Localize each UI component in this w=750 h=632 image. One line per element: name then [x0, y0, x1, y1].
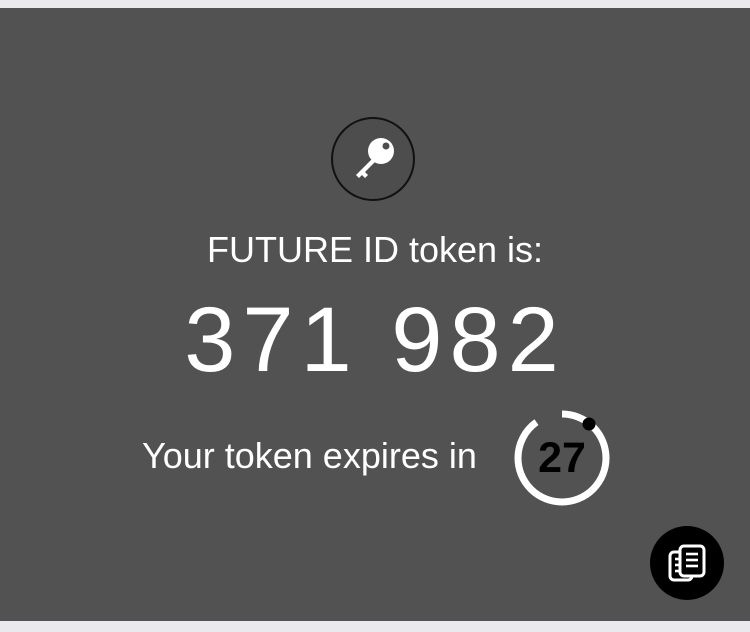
token-title: FUTURE ID token is:	[206, 229, 544, 270]
countdown-timer: 27	[514, 410, 610, 506]
copy-button[interactable]	[650, 526, 724, 600]
token-value[interactable]: 371 982	[0, 288, 750, 393]
key-badge	[331, 117, 415, 201]
countdown-seconds: 27	[538, 433, 586, 482]
token-panel: FUTURE ID token is: 371 982 Your token e…	[0, 8, 750, 621]
expiry-label: Your token expires in	[142, 435, 477, 476]
copy-icon	[668, 544, 706, 582]
key-icon	[356, 138, 394, 178]
